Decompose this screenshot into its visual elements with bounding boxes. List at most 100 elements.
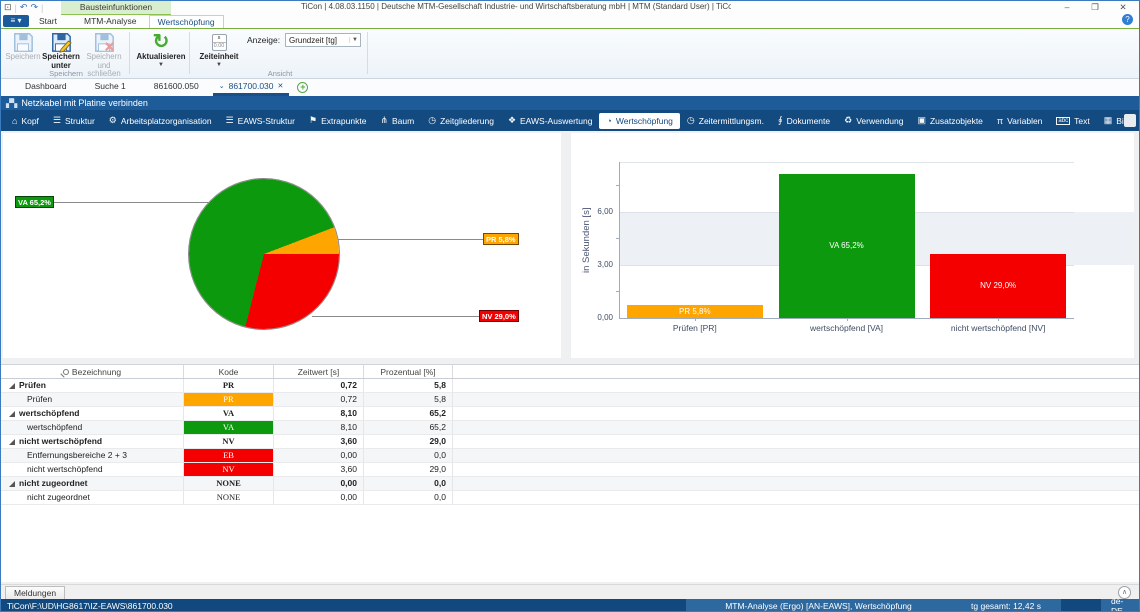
nav-tab-wertsch-pfung[interactable]: ◔Wertschöpfung: [599, 113, 679, 129]
nav-tab-arbeitsplatzorganisation[interactable]: ⚙Arbeitsplatzorganisation: [102, 112, 219, 129]
nav-overflow-button[interactable]: [1124, 114, 1136, 127]
y-axis-line: [619, 162, 620, 318]
status-context: MTM-Analyse (Ergo) [AN-EAWS], Wertschöpf…: [686, 599, 951, 612]
doc-tab-label: 861700.030: [229, 79, 274, 94]
table-row[interactable]: wertschöpfendVA8,1065,2: [1, 407, 1140, 421]
application-menu-button[interactable]: ≡ ▾: [3, 15, 29, 27]
nav-tab-text[interactable]: abcText: [1049, 113, 1096, 129]
table-row[interactable]: PrüfenPR0,725,8: [1, 393, 1140, 407]
doc-tab-dashboard[interactable]: Dashboard: [11, 79, 81, 96]
nav-tab-label: Verwendung: [856, 116, 903, 126]
group-expand-icon[interactable]: [9, 383, 15, 389]
cell-bezeichnung: Prüfen: [1, 393, 184, 406]
group-expand-icon[interactable]: [9, 411, 15, 417]
cell-zeitwert: 0,00: [274, 491, 364, 504]
doc-tab-suche-1[interactable]: Suche 1: [81, 79, 140, 96]
cell-kode: EB: [184, 449, 274, 462]
nav-tab-zusatzobjekte[interactable]: ▣Zusatzobjekte: [910, 112, 989, 129]
column-header-kode[interactable]: Kode: [184, 365, 274, 378]
cell-zeitwert: 0,72: [274, 393, 364, 406]
undo-icon[interactable]: ↶: [20, 2, 28, 13]
status-total-time: tg gesamt: 12,42 s: [951, 599, 1061, 612]
nav-tab-dokumente[interactable]: ∮Dokumente: [771, 112, 837, 129]
cell-prozentual: 5,8: [364, 379, 453, 392]
table-row[interactable]: nicht wertschöpfendNV3,6029,0: [1, 463, 1140, 477]
pie-chart-panel: VA 65,2%PR 5,8%NV 29,0%: [3, 133, 561, 358]
x-axis-category-label: nicht wertschöpfend [NV]: [920, 323, 1076, 333]
messages-tab[interactable]: Meldungen: [5, 586, 65, 600]
table-row[interactable]: nicht zugeordnetNONE0,000,0: [1, 477, 1140, 491]
doc-tab-861700-030[interactable]: ⌄ 861700.030 ✕: [213, 79, 290, 96]
cell-prozentual: 65,2: [364, 407, 453, 420]
nav-tab-struktur[interactable]: ☰Struktur: [46, 112, 102, 129]
cell-zeitwert: 8,10: [274, 407, 364, 420]
nav-tab-zeitgliederung[interactable]: ◷Zeitgliederung: [421, 112, 501, 129]
pie-slice-label-nv: NV 29,0%: [479, 310, 519, 322]
help-icon[interactable]: ?: [1122, 14, 1133, 25]
close-icon[interactable]: ✕: [278, 79, 284, 94]
group-expand-icon[interactable]: [9, 481, 15, 487]
nav-tab-eaws-struktur[interactable]: ☰EAWS-Struktur: [219, 112, 302, 129]
row-filler: [453, 435, 1140, 448]
save-button[interactable]: Speichern: [5, 31, 41, 69]
column-header-bezeichnung[interactable]: Bezeichnung: [1, 365, 184, 378]
cell-prozentual: 0,0: [364, 449, 453, 462]
time-unit-button[interactable]: s0.00 Zeiteinheit ▼: [195, 31, 243, 69]
nav-tab-label: Extrapunkte: [321, 116, 366, 126]
pie-label-leader: [312, 316, 481, 317]
minimize-button[interactable]: –: [1053, 1, 1081, 14]
row-filler: [453, 393, 1140, 406]
group-expand-icon[interactable]: [9, 439, 15, 445]
cell-kode: VA: [184, 421, 274, 434]
box-icon: ▣: [917, 115, 926, 126]
refresh-button[interactable]: ↻ Aktualisieren ▼: [135, 31, 187, 69]
table-row[interactable]: nicht zugeordnetNONE0,000,0: [1, 491, 1140, 505]
ribbon-tab-mtm-analyse[interactable]: MTM-Analyse: [76, 15, 144, 28]
table-row[interactable]: PrüfenPR0,725,8: [1, 379, 1140, 393]
bar-value-label: NV 29,0%: [930, 281, 1066, 290]
save-and-close-button[interactable]: Speichern und schließen: [81, 31, 127, 69]
nav-tab-verwendung[interactable]: ♻ Verwendung: [837, 112, 910, 129]
restore-button[interactable]: ❐: [1081, 1, 1109, 14]
recycle-icon: ♻: [844, 115, 852, 126]
close-button[interactable]: ✕: [1109, 1, 1137, 14]
refresh-icon: ↻: [153, 31, 170, 53]
shield-icon: ❖: [508, 115, 516, 126]
cell-kode: NV: [184, 463, 274, 476]
status-locale[interactable]: de-DE: [1101, 599, 1139, 612]
group-separator: [129, 32, 130, 74]
doc-tab-861600-050[interactable]: 861600.050: [140, 79, 213, 96]
contextual-tab-group[interactable]: Bausteinfunktionen: [61, 1, 171, 15]
time-unit-icon: s0.00: [212, 31, 227, 53]
table-row[interactable]: nicht wertschöpfendNV3,6029,0: [1, 435, 1140, 449]
nav-tab-label: Kopf: [21, 116, 39, 126]
chevron-down-icon[interactable]: ⌄: [219, 79, 225, 94]
nav-tab-eaws-auswertung[interactable]: ❖EAWS-Auswertung: [501, 112, 600, 129]
anzeige-select[interactable]: Grundzeit [tg] ▼: [285, 33, 361, 47]
nav-tab-extrapunkte[interactable]: ⚑Extrapunkte: [302, 112, 373, 129]
chevron-down-icon: ▼: [349, 37, 360, 43]
nav-tab-kopf[interactable]: ⌂Kopf: [5, 113, 46, 129]
add-tab-button[interactable]: +: [297, 82, 308, 93]
window-icon[interactable]: ⊡: [4, 2, 12, 13]
redo-icon[interactable]: ↷: [30, 2, 38, 13]
table-row[interactable]: Entfernungsbereiche 2 + 3EB0,000,0: [1, 449, 1140, 463]
quick-access-toolbar: ⊡ | ↶ ↷ |: [4, 2, 43, 13]
bar-chart-panel: 0,003,006,00PR 5,8%Prüfen [PR]VA 65,2%we…: [571, 133, 1134, 358]
save-as-button[interactable]: Speichern unter: [42, 31, 80, 69]
grid-icon: ▞▚: [6, 99, 16, 108]
status-bar: TiCon\F:\UD\HG8617\IZ-EAWS\861700.030 MT…: [1, 599, 1139, 612]
ribbon-tab-wertsch-pfung[interactable]: Wertschöpfung: [149, 15, 224, 28]
cell-bezeichnung: wertschöpfend: [1, 421, 184, 434]
analysis-header: ▞▚ Netzkabel mit Platine verbinden: [1, 96, 1139, 110]
nav-tab-zeitermittlungsm[interactable]: ◷Zeitermittlungsm.: [680, 112, 771, 129]
analysis-nav-tabs: ⌂Kopf☰Struktur⚙Arbeitsplatzorganisation☰…: [1, 110, 1139, 131]
nav-tab-baum[interactable]: ⋔Baum: [373, 112, 421, 129]
column-header-prozentual[interactable]: Prozentual [%]: [364, 365, 453, 378]
table-header-row: BezeichnungKodeZeitwert [s]Prozentual [%…: [1, 364, 1140, 379]
table-row[interactable]: wertschöpfendVA8,1065,2: [1, 421, 1140, 435]
column-header-zeitwert-s[interactable]: Zeitwert [s]: [274, 365, 364, 378]
nav-tab-label: Arbeitsplatzorganisation: [121, 116, 212, 126]
ribbon-tab-start[interactable]: Start: [31, 15, 65, 28]
nav-tab-variablen[interactable]: πVariablen: [990, 113, 1050, 129]
